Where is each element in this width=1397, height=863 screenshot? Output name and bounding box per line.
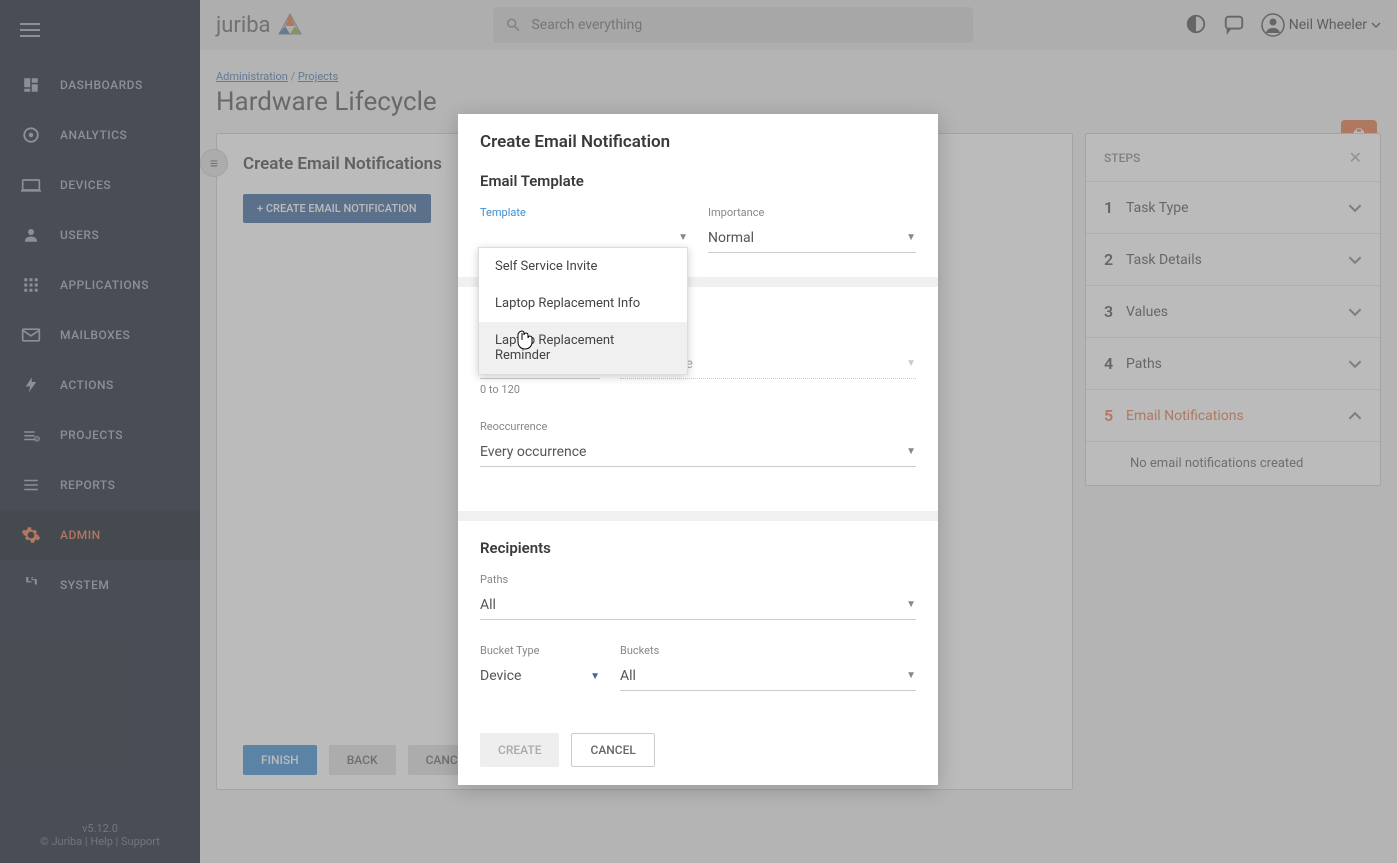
section-email-template: Email Template: [458, 172, 938, 206]
dropdown-arrow-icon: ▼: [906, 358, 916, 369]
dropdown-arrow-icon: ▼: [906, 599, 916, 610]
dropdown-option[interactable]: Laptop Replacement Reminder: [479, 322, 687, 374]
template-label: Template: [480, 206, 688, 219]
template-dropdown-menu: Self Service Invite Laptop Replacement I…: [478, 247, 688, 375]
buckets-dropdown[interactable]: All ▼: [620, 661, 916, 691]
dropdown-arrow-icon: ▼: [906, 232, 916, 243]
modal-title: Create Email Notification: [458, 114, 938, 172]
bucket-type-dropdown[interactable]: Device ▼: [480, 661, 600, 691]
dropdown-arrow-icon: ▼: [678, 232, 688, 243]
paths-dropdown[interactable]: All ▼: [480, 590, 916, 620]
dropdown-option[interactable]: Laptop Replacement Info: [479, 285, 687, 322]
paths-label: Paths: [480, 573, 916, 586]
dropdown-arrow-icon: ▼: [590, 671, 600, 682]
modal-create-button[interactable]: CREATE: [480, 733, 559, 767]
modal-cancel-button[interactable]: CANCEL: [571, 733, 654, 767]
buckets-label: Buckets: [620, 644, 916, 657]
dropdown-arrow-icon: ▼: [906, 446, 916, 457]
dropdown-arrow-icon: ▼: [906, 670, 916, 681]
reoccurrence-dropdown[interactable]: Every occurrence ▼: [480, 437, 916, 467]
reoccurrence-label: Reoccurrence: [480, 420, 916, 433]
days-helper: 0 to 120: [480, 383, 600, 396]
importance-dropdown[interactable]: Normal ▼: [708, 223, 916, 253]
section-recipients: Recipients: [458, 539, 938, 573]
importance-label: Importance: [708, 206, 916, 219]
dropdown-option[interactable]: Self Service Invite: [479, 248, 687, 285]
create-email-modal: Create Email Notification Email Template…: [458, 114, 938, 785]
bucket-type-label: Bucket Type: [480, 644, 600, 657]
